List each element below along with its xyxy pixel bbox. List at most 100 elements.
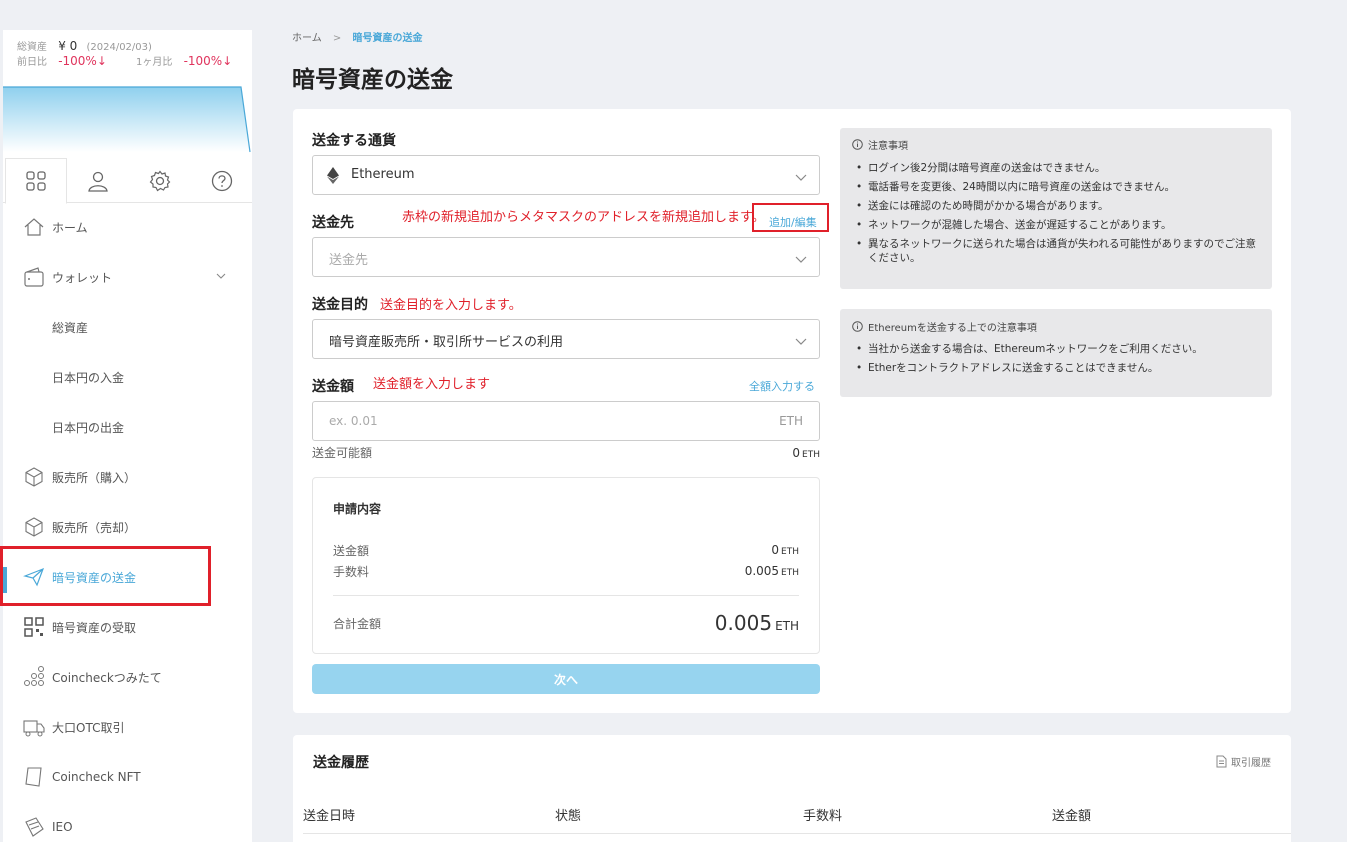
month-change-value: -100%↓ — [183, 54, 233, 68]
nft-icon — [23, 766, 45, 788]
total-assets: 総資産 ¥ 0 (2024/02/03) — [17, 38, 152, 53]
notice-ethereum: Ethereumを送金する上での注意事項 当社から送金する場合は、Ethereu… — [840, 309, 1272, 397]
sidebar-item-home[interactable]: ホーム — [3, 205, 252, 249]
sidebar-item-sell[interactable]: 販売所（売却） — [3, 505, 252, 549]
coins-icon — [23, 666, 45, 688]
amount-label: 送金額 — [312, 379, 354, 395]
breadcrumb-home[interactable]: ホーム — [292, 33, 322, 44]
application-title: 申請内容 — [333, 502, 382, 516]
asset-summary: 総資産 ¥ 0 (2024/02/03) 前日比 -100%↓ 1ヶ月比 -10… — [3, 30, 252, 155]
total-assets-value: ¥ 0 — [58, 39, 78, 53]
application-fee-unit: ETH — [781, 568, 799, 578]
chevron-down-icon — [216, 270, 226, 284]
tab-settings[interactable] — [129, 158, 191, 203]
sidebar-item-total-assets[interactable]: 総資産 — [3, 305, 252, 349]
amount-input-placeholder: ex. 0.01 — [329, 414, 378, 428]
sidebar-item-label: 日本円の入金 — [52, 370, 125, 385]
notice-item: 異なるネットワークに送られた場合は通貨が失われる可能性がありますのでご注意くださ… — [854, 237, 1264, 265]
day-change-label: 前日比 — [17, 57, 47, 68]
sidebar-item-wallet[interactable]: ウォレット — [3, 255, 252, 299]
tab-account[interactable] — [67, 158, 129, 203]
sidebar-item-jpy-deposit[interactable]: 日本円の入金 — [3, 355, 252, 399]
document-icon — [1216, 755, 1227, 768]
tab-menu[interactable] — [5, 158, 67, 204]
chevron-down-icon — [795, 250, 807, 269]
notice-item: ネットワークが混雑した場合、送金が遅延することがあります。 — [854, 218, 1264, 232]
transaction-history-link[interactable]: 取引履歴 — [1216, 754, 1271, 769]
chevron-down-icon — [795, 332, 807, 351]
sidebar-item-otc[interactable]: 大口OTC取引 — [3, 705, 252, 749]
application-amount-value: 0 — [771, 543, 780, 557]
application-fee-label: 手数料 — [333, 565, 370, 579]
history-col-date: 送金日時 — [303, 809, 356, 824]
grid-icon — [26, 171, 46, 191]
notice-ethereum-title: Ethereumを送金する上での注意事項 — [852, 319, 1037, 334]
qr-icon — [23, 616, 45, 638]
notice-general-title-text: 注意事項 — [868, 141, 908, 152]
enter-full-amount-link[interactable]: 全額入力する — [749, 378, 815, 394]
summary-divider — [333, 595, 799, 596]
info-icon — [852, 321, 863, 332]
application-total: 0.005 ETH — [715, 611, 799, 635]
currency-label: 送金する通貨 — [312, 133, 396, 149]
currency-select[interactable]: Ethereum — [312, 155, 820, 195]
sidebar-item-label: 販売所（売却） — [52, 520, 137, 535]
purpose-annotation: 送金目的を入力します。 — [380, 298, 522, 313]
month-change: 1ヶ月比 -100%↓ — [136, 53, 232, 68]
amount-input[interactable]: ex. 0.01 ETH — [312, 401, 820, 441]
gear-icon — [149, 170, 171, 191]
destination-select[interactable]: 送金先 — [312, 237, 820, 277]
sidebar-item-label: 大口OTC取引 — [52, 720, 125, 735]
purpose-select-value: 暗号資産販売所・取引所サービスの利用 — [329, 335, 564, 350]
transaction-history-link-text: 取引履歴 — [1231, 758, 1271, 769]
sidebar-item-label: 暗号資産の受取 — [52, 620, 137, 635]
available-amount: 0 ETH — [792, 446, 820, 460]
available-amount-value: 0 — [792, 446, 801, 460]
application-fee: 0.005 ETH — [745, 564, 799, 578]
sidebar-item-nft[interactable]: Coincheck NFT — [3, 755, 252, 799]
history-col-amount: 送金額 — [1052, 809, 1092, 824]
application-fee-value: 0.005 — [744, 564, 780, 578]
breadcrumb-current: 暗号資産の送金 — [352, 33, 423, 44]
destination-label: 送金先 — [312, 215, 354, 231]
annotation-highlight-add-edit — [752, 203, 829, 232]
sidebar-item-label: ウォレット — [52, 270, 113, 285]
notice-ethereum-list: 当社から送金する場合は、Ethereumネットワークをご利用ください。 Ethe… — [854, 342, 1264, 380]
sidebar-item-label: Coincheckつみたて — [52, 670, 162, 685]
notice-general: 注意事項 ログイン後2分間は暗号資産の送金はできません。 電話番号を変更後、24… — [840, 128, 1272, 289]
notice-item: 電話番号を変更後、24時間以内に暗号資産の送金はできません。 — [854, 180, 1264, 194]
sidebar-item-ieo[interactable]: IEO — [3, 805, 252, 842]
month-change-label: 1ヶ月比 — [136, 57, 173, 68]
tab-help[interactable] — [191, 158, 253, 203]
breadcrumb-separator: > — [332, 33, 342, 44]
total-assets-label: 総資産 — [17, 42, 47, 53]
destination-select-placeholder: 送金先 — [329, 253, 369, 268]
day-change: 前日比 -100%↓ — [17, 53, 107, 68]
cube-icon — [23, 516, 45, 538]
help-icon — [211, 170, 233, 191]
purpose-select[interactable]: 暗号資産販売所・取引所サービスの利用 — [312, 319, 820, 359]
page-title: 暗号資産の送金 — [292, 67, 453, 93]
available-amount-label: 送金可能額 — [312, 446, 373, 460]
history-col-status: 状態 — [555, 809, 582, 824]
amount-input-unit: ETH — [779, 414, 803, 428]
notice-item: ログイン後2分間は暗号資産の送金はできません。 — [854, 161, 1264, 175]
send-history-title: 送金履歴 — [313, 755, 369, 771]
info-icon — [852, 139, 863, 150]
notice-item: 送金には確認のため時間がかかる場合があります。 — [854, 199, 1264, 213]
next-button[interactable]: 次へ — [312, 664, 820, 694]
notice-item: 当社から送金する場合は、Ethereumネットワークをご利用ください。 — [854, 342, 1264, 356]
currency-select-value: Ethereum — [351, 167, 415, 182]
application-amount-unit: ETH — [781, 547, 799, 557]
chevron-down-icon — [795, 168, 807, 187]
history-header-divider — [303, 833, 1291, 834]
sidebar-item-jpy-withdraw[interactable]: 日本円の出金 — [3, 405, 252, 449]
wallet-icon — [23, 266, 45, 288]
notice-item: Etherをコントラクトアドレスに送金することはできません。 — [854, 361, 1264, 375]
application-total-unit: ETH — [775, 619, 799, 633]
breadcrumb: ホーム > 暗号資産の送金 — [292, 29, 422, 44]
sidebar: 総資産 ¥ 0 (2024/02/03) 前日比 -100%↓ 1ヶ月比 -10… — [3, 30, 252, 842]
sidebar-item-receive-crypto[interactable]: 暗号資産の受取 — [3, 605, 252, 649]
sidebar-item-tsumitate[interactable]: Coincheckつみたて — [3, 655, 252, 699]
sidebar-item-buy[interactable]: 販売所（購入） — [3, 455, 252, 499]
